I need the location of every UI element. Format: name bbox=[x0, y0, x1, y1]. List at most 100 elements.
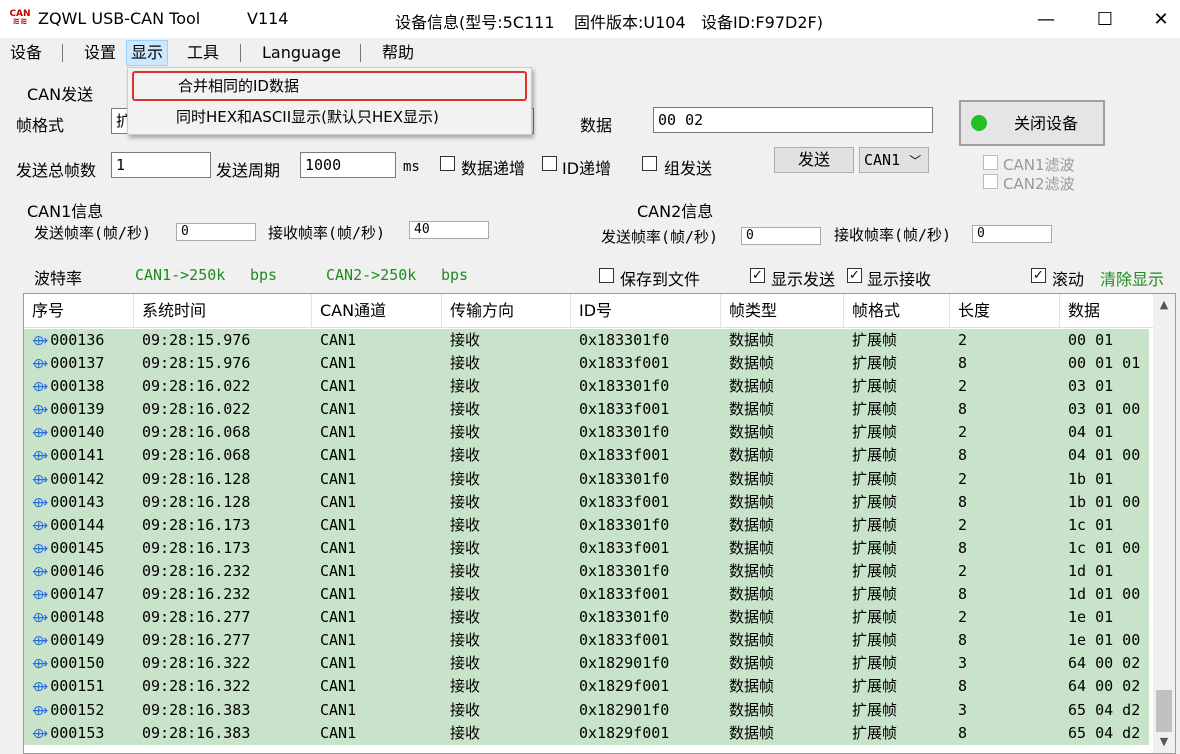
menu-help[interactable]: 帮助 bbox=[378, 40, 418, 66]
cell-direction: 接收 bbox=[450, 400, 481, 419]
show-receive-checkbox[interactable]: ✓ bbox=[847, 268, 862, 283]
cell-direction: 接收 bbox=[450, 377, 481, 396]
menu-display[interactable]: 显示 bbox=[126, 40, 169, 66]
clear-display-link[interactable]: 清除显示 bbox=[1100, 266, 1164, 290]
column-header-can-channel[interactable]: CAN通道 bbox=[312, 294, 442, 328]
menu-settings[interactable]: 设置 bbox=[80, 40, 120, 66]
cell-system-time: 09:28:16.322 bbox=[142, 654, 251, 673]
send-button[interactable]: 发送 bbox=[774, 147, 854, 173]
table-row[interactable]: ⟴ 000146 09:28:16.232 CAN1 接收 0x183301f0 数据帧 扩展… bbox=[24, 559, 1149, 584]
show-send-checkbox[interactable]: ✓ bbox=[750, 268, 765, 283]
column-header-data[interactable]: 数据 bbox=[1060, 294, 1154, 328]
table-row[interactable]: ⟴ 000145 09:28:16.173 CAN1 接收 0x1833f001 数据帧 扩展… bbox=[24, 536, 1149, 560]
can2-tx-rate-value: 0 bbox=[741, 227, 821, 245]
table-row[interactable]: ⟴ 000148 09:28:16.277 CAN1 接收 0x183301f0 数据帧 扩展… bbox=[24, 606, 1149, 630]
table-row[interactable]: ⟴ 000142 09:28:16.128 CAN1 接收 0x183301f0 数据帧 扩展… bbox=[24, 467, 1149, 491]
table-row[interactable]: ⟴ 000147 09:28:16.232 CAN1 接收 0x1833f001 数据帧 扩展… bbox=[24, 583, 1149, 607]
table-row[interactable]: ⟴ 000141 09:28:16.068 CAN1 接收 0x1833f001 数据帧 扩展… bbox=[24, 444, 1149, 468]
table-row[interactable]: ⟴ 000152 09:28:16.383 CAN1 接收 0x182901f0 数据帧 扩展… bbox=[24, 698, 1149, 722]
table-row[interactable]: ⟴ 000140 09:28:16.068 CAN1 接收 0x183301f0 数据帧 扩展… bbox=[24, 421, 1149, 445]
close-device-button[interactable]: 关闭设备 bbox=[959, 100, 1105, 146]
cell-frame-type: 数据帧 bbox=[729, 331, 775, 349]
table-row[interactable]: ⟴ 000136 09:28:15.976 CAN1 接收 0x183301f0 数据帧 扩展… bbox=[24, 329, 1149, 353]
cell-seq-text: 000137 bbox=[50, 354, 105, 373]
menu-bar: 设备 设置 显示 工具 Language 帮助 bbox=[0, 40, 1180, 66]
cell-direction: 接收 bbox=[450, 469, 481, 488]
table-row[interactable]: ⟴ 000138 09:28:16.022 CAN1 接收 0x183301f0 数据帧 扩展… bbox=[24, 375, 1149, 399]
channel-select[interactable]: CAN1 ﹀ bbox=[859, 147, 929, 173]
cell-system-time: 09:28:16.022 bbox=[142, 400, 251, 419]
can2-baud-unit: bps bbox=[441, 266, 469, 284]
receive-arrow-icon: ⟴ bbox=[32, 725, 49, 742]
column-header-direction[interactable]: 传输方向 bbox=[442, 294, 571, 328]
menu-item-hex-ascii-display[interactable]: 同时HEX和ASCII显示(默认只HEX显示) bbox=[132, 104, 527, 132]
scroll-up-icon[interactable]: ▲ bbox=[1153, 298, 1175, 316]
show-send-label: 显示发送 bbox=[771, 270, 836, 289]
table-row[interactable]: ⟴ 000137 09:28:15.976 CAN1 接收 0x1833f001 数据帧 扩展… bbox=[24, 352, 1149, 376]
cell-system-time: 09:28:16.128 bbox=[142, 492, 251, 511]
cell-can-channel: CAN1 bbox=[320, 700, 357, 719]
column-header-frame-type[interactable]: 帧类型 bbox=[721, 294, 844, 328]
scroll-down-icon[interactable]: ▼ bbox=[1153, 735, 1175, 753]
cell-seq-text: 000148 bbox=[50, 608, 105, 627]
minimize-button[interactable]: — bbox=[1018, 0, 1074, 38]
table-row[interactable]: ⟴ 000150 09:28:16.322 CAN1 接收 0x182901f0 数据帧 扩展… bbox=[24, 652, 1149, 676]
cell-can-channel: CAN1 bbox=[320, 723, 357, 742]
cell-seq: ⟴ 000143 bbox=[32, 491, 134, 514]
column-header-length[interactable]: 长度 bbox=[950, 294, 1060, 328]
scroll-thumb[interactable] bbox=[1156, 690, 1172, 732]
column-header-seq[interactable]: 序号 bbox=[24, 294, 134, 328]
column-header-frame-format[interactable]: 帧格式 bbox=[844, 294, 950, 328]
receive-arrow-icon: ⟴ bbox=[32, 679, 49, 696]
cell-seq: ⟴ 000152 bbox=[32, 699, 134, 722]
menu-item-merge-same-id[interactable]: 合并相同的ID数据 bbox=[132, 71, 527, 101]
column-header-system-time[interactable]: 系统时间 bbox=[134, 294, 312, 328]
cell-frame-format: 扩展帧 bbox=[852, 469, 898, 488]
can1-filter-checkbox[interactable] bbox=[983, 155, 998, 170]
column-header-id[interactable]: ID号 bbox=[571, 294, 721, 328]
cell-data: 1c 01 bbox=[1068, 515, 1114, 534]
table-row[interactable]: ⟴ 000139 09:28:16.022 CAN1 接收 0x1833f001 数据帧 扩展… bbox=[24, 398, 1149, 422]
status-led-icon bbox=[971, 115, 987, 131]
cell-seq: ⟴ 000144 bbox=[32, 514, 134, 537]
baud-rate-label: 波特率 bbox=[34, 269, 83, 288]
menu-device[interactable]: 设备 bbox=[6, 40, 46, 66]
cell-system-time: 09:28:16.068 bbox=[142, 423, 251, 442]
receive-arrow-icon: ⟴ bbox=[32, 402, 49, 419]
cell-seq-text: 000144 bbox=[50, 515, 105, 534]
cell-frame-format: 扩展帧 bbox=[852, 723, 898, 742]
menu-language[interactable]: Language bbox=[258, 40, 345, 66]
can2-tx-rate-label: 发送帧率(帧/秒) bbox=[601, 228, 719, 246]
cell-seq: ⟴ 000137 bbox=[32, 352, 134, 375]
data-input[interactable]: 00 02 bbox=[653, 107, 933, 133]
table-row[interactable]: ⟴ 000149 09:28:16.277 CAN1 接收 0x1833f001 数据帧 扩展… bbox=[24, 629, 1149, 653]
close-button[interactable]: ✕ bbox=[1133, 0, 1180, 38]
table-row[interactable]: ⟴ 000144 09:28:16.173 CAN1 接收 0x183301f0 数据帧 扩展… bbox=[24, 513, 1149, 537]
table-row[interactable]: ⟴ 000153 09:28:16.383 CAN1 接收 0x1829f001 数据帧 扩展… bbox=[24, 721, 1149, 745]
id-increment-checkbox[interactable] bbox=[542, 156, 557, 171]
cell-id: 0x1833f001 bbox=[579, 538, 670, 557]
cell-seq-text: 000139 bbox=[50, 400, 105, 419]
receive-arrow-icon: ⟴ bbox=[32, 656, 49, 673]
scroll-checkbox[interactable]: ✓ bbox=[1031, 268, 1046, 283]
total-frames-input[interactable]: 1 bbox=[111, 152, 211, 178]
cell-id: 0x183301f0 bbox=[579, 469, 670, 488]
cell-seq-text: 000141 bbox=[50, 446, 105, 465]
vertical-scrollbar[interactable]: ▲ ▼ bbox=[1153, 294, 1175, 753]
table-header: 序号 系统时间 CAN通道 传输方向 ID号 帧类型 帧格式 长度 数据 bbox=[24, 294, 1154, 328]
maximize-button[interactable]: ☐ bbox=[1077, 0, 1133, 38]
cell-frame-format: 扩展帧 bbox=[852, 492, 898, 511]
cell-data: 1b 01 bbox=[1068, 469, 1114, 488]
cell-frame-type: 数据帧 bbox=[729, 354, 775, 373]
send-period-input[interactable]: 1000 bbox=[300, 152, 396, 178]
group-send-checkbox[interactable] bbox=[642, 156, 657, 171]
table-row[interactable]: ⟴ 000143 09:28:16.128 CAN1 接收 0x1833f001 数据帧 扩展… bbox=[24, 490, 1149, 514]
cell-frame-format: 扩展帧 bbox=[852, 538, 898, 557]
cell-direction: 接收 bbox=[450, 354, 481, 373]
menu-tools[interactable]: 工具 bbox=[183, 40, 223, 66]
save-to-file-checkbox[interactable] bbox=[599, 268, 614, 283]
data-increment-checkbox[interactable] bbox=[440, 156, 455, 171]
table-row[interactable]: ⟴ 000151 09:28:16.322 CAN1 接收 0x1829f001 数据帧 扩展… bbox=[24, 675, 1149, 699]
cell-length: 8 bbox=[958, 400, 968, 419]
can2-filter-checkbox[interactable] bbox=[983, 174, 998, 189]
